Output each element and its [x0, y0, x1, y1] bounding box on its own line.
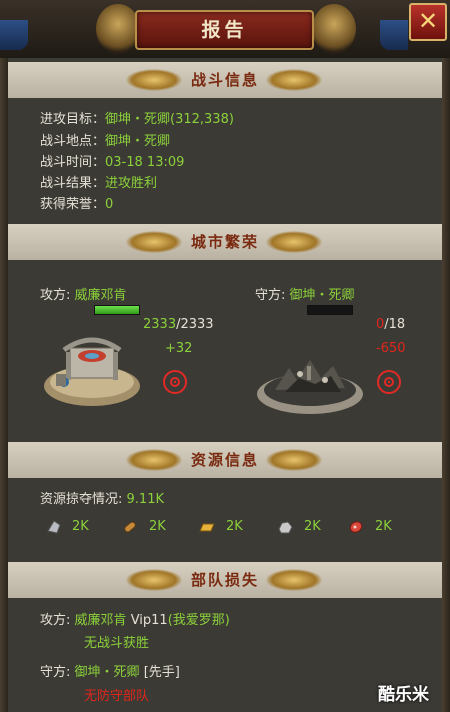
defender-hp-max: /18 [384, 317, 406, 332]
attacker-hp-max: /2333 [176, 317, 214, 332]
troop-attacker-name[interactable]: 威廉邓肯 [75, 613, 127, 628]
title-bar: 报告 ✕ [0, 0, 450, 60]
result-label: 战斗结果： [40, 176, 106, 191]
troop-attacker-vip: Vip11 [130, 613, 168, 628]
frame-left [0, 58, 8, 712]
resource-value-iron: 2K [72, 519, 89, 534]
stone-icon [277, 519, 293, 535]
defender-locate-target-icon[interactable] [377, 370, 401, 394]
defender-prosperity-bar [307, 305, 353, 315]
resource-value-stone: 2K [304, 519, 321, 534]
attacker-label: 攻方: [40, 288, 71, 303]
defender-label: 守方: [255, 288, 286, 303]
location-value[interactable]: 御坤・死卿 [105, 134, 170, 149]
troop-defender-row: 守方: 御坤・死卿 [先手] [40, 661, 180, 680]
defender-prosperity-value: 0/18 [376, 317, 405, 332]
gold-bar-icon [199, 519, 215, 535]
attacker-prosperity-bar [94, 305, 140, 315]
time-label: 战斗时间： [40, 155, 106, 170]
resource-value-food: 2K [375, 519, 392, 534]
honor-row: 获得荣誉：0 [40, 193, 113, 212]
attacker-city-row: 攻方: 威廉邓肯 [40, 284, 127, 303]
troop-defender-status: 无防守部队 [84, 689, 150, 704]
watermark: 酷乐米 [378, 685, 429, 705]
location-row: 战斗地点：御坤・死卿 [40, 130, 170, 149]
troop-defender-tag: [先手] [143, 665, 180, 680]
target-row: 进攻目标：御坤・死卿(312,338) [40, 108, 234, 127]
attacker-prosperity-fill [95, 306, 139, 314]
result-value: 进攻胜利 [105, 176, 158, 191]
section-header-city-prosperity: 城市繁荣 [8, 224, 442, 260]
location-label: 战斗地点： [40, 134, 106, 149]
target-value[interactable]: 御坤・死卿(312,338) [105, 112, 234, 127]
ornament-left-icon [96, 4, 140, 54]
attacker-hp-current: 2333 [143, 317, 177, 332]
troop-attacker-alliance[interactable]: (我爱罗那) [168, 613, 230, 628]
attacker-prosperity-value: 2333/2333 [143, 317, 214, 332]
defender-name[interactable]: 御坤・死卿 [290, 288, 355, 303]
defender-prosperity-change: -650 [376, 341, 406, 356]
attacker-locate-target-icon[interactable] [163, 370, 187, 394]
resource-value-gold: 2K [226, 519, 243, 534]
plunder-value: 9.11K [126, 492, 165, 507]
attacker-prosperity-change: +32 [165, 341, 193, 356]
meat-icon [348, 519, 364, 535]
target-label: 进攻目标： [40, 112, 106, 127]
wood-log-icon [122, 519, 138, 535]
troop-attacker-label: 攻方: [40, 613, 71, 628]
iron-ore-icon [46, 519, 62, 535]
result-row: 战斗结果：进攻胜利 [40, 172, 157, 191]
time-row: 战斗时间：03-18 13:09 [40, 151, 184, 170]
section-title: 部队损失 [190, 571, 259, 589]
defender-city-row: 守方: 御坤・死卿 [255, 284, 355, 303]
section-header-troop-loss: 部队损失 [8, 562, 442, 598]
troop-attacker-row: 攻方: 威廉邓肯 Vip11(我爱罗那) [40, 609, 230, 628]
section-title: 城市繁荣 [190, 233, 259, 251]
attacker-name[interactable]: 威廉邓肯 [75, 288, 127, 303]
defender-city-ruins-image[interactable] [255, 350, 365, 416]
banner-left [0, 20, 28, 50]
troop-defender-label: 守方: [40, 665, 71, 680]
ornament-right-icon [312, 4, 356, 54]
section-header-battle-info: 战斗信息 [8, 62, 442, 98]
troop-defender-name[interactable]: 御坤・死卿 [75, 665, 140, 680]
section-header-resource-info: 资源信息 [8, 442, 442, 478]
attacker-city-image[interactable] [42, 330, 142, 408]
troop-attacker-status: 无战斗获胜 [84, 636, 150, 651]
plunder-label: 资源掠夺情况: [40, 492, 123, 507]
section-title: 战斗信息 [190, 71, 259, 89]
time-value: 03-18 13:09 [105, 155, 185, 170]
plunder-row: 资源掠夺情况: 9.11K [40, 488, 164, 507]
frame-right [442, 58, 450, 712]
resource-value-wood: 2K [149, 519, 166, 534]
honor-label: 获得荣誉： [40, 197, 106, 212]
honor-value: 0 [105, 197, 114, 212]
window-title: 报告 [135, 10, 314, 50]
banner-right [380, 20, 408, 50]
section-title: 资源信息 [190, 451, 259, 469]
close-button[interactable]: ✕ [409, 3, 447, 41]
